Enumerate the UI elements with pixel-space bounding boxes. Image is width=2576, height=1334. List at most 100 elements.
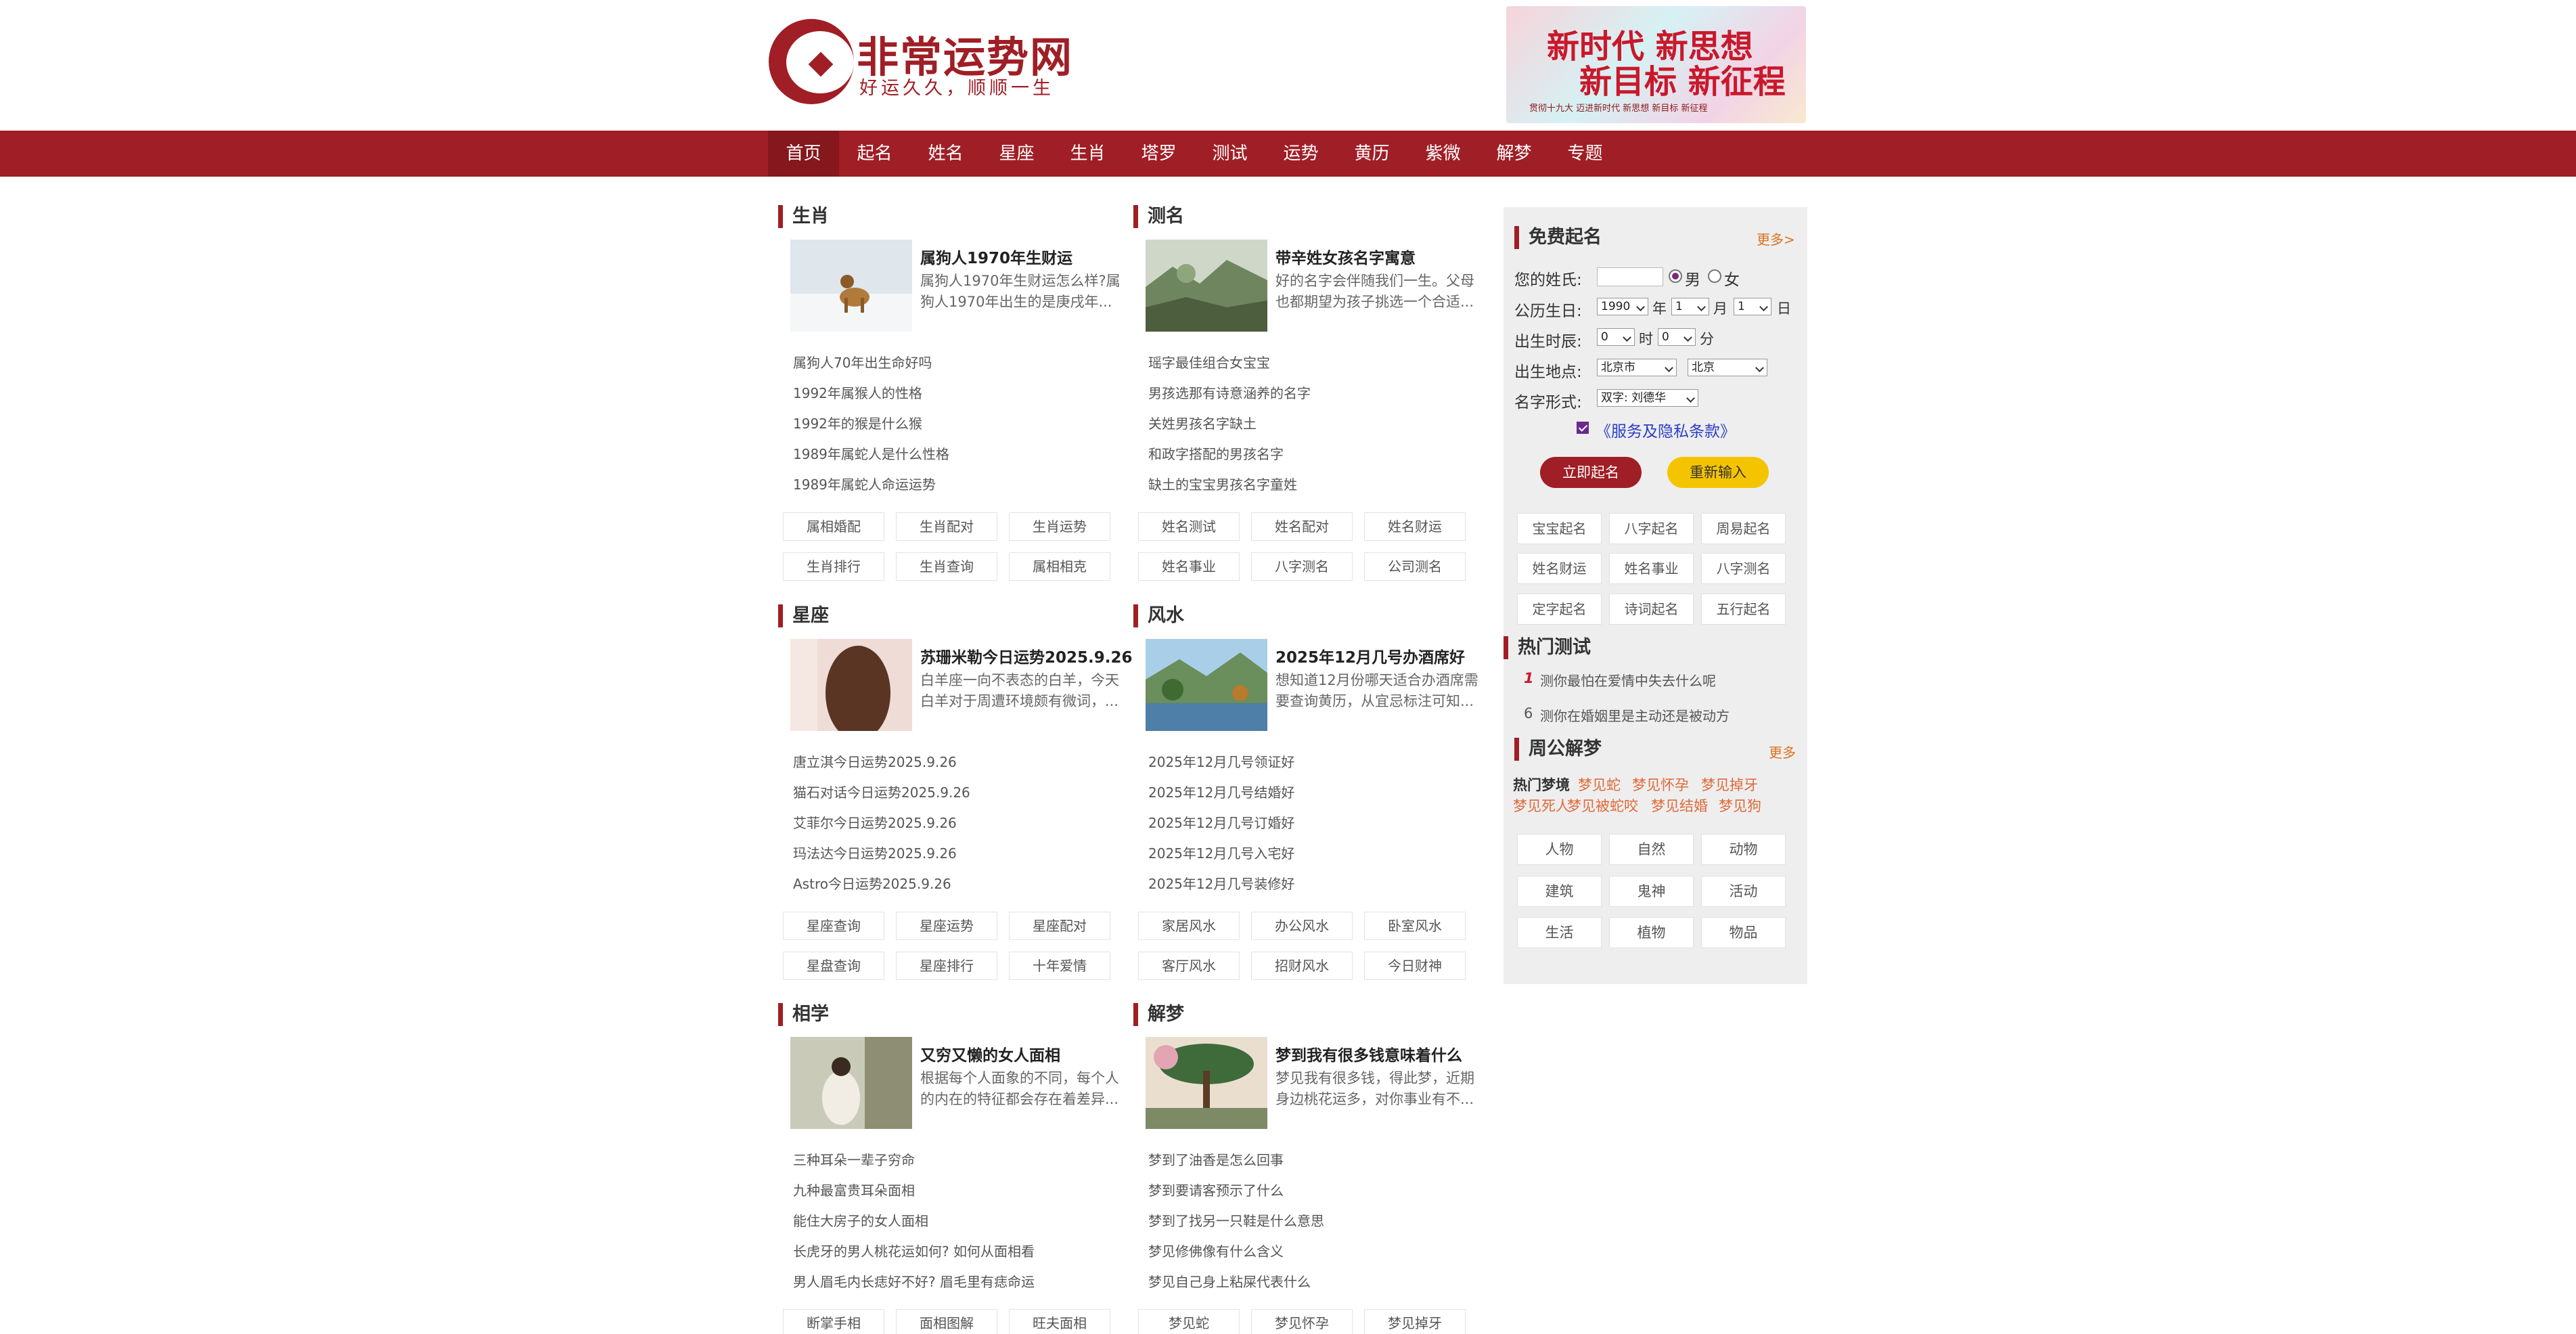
gender-male-radio[interactable] (1669, 269, 1682, 283)
list-item[interactable]: 瑶字最佳组合女宝宝 (1148, 352, 1270, 372)
tag-link[interactable]: 卧室风水 (1364, 912, 1466, 940)
nav-item-ziwei[interactable]: 紫微 (1407, 131, 1478, 177)
feature-image-constellation[interactable] (790, 639, 912, 731)
feature-title-zodiac[interactable]: 属狗人1970年生财运 (920, 245, 1072, 268)
naming-link[interactable]: 五行起名 (1701, 594, 1786, 625)
tag-link[interactable]: 面相图解 (896, 1309, 997, 1334)
list-item[interactable]: 九种最富贵耳朵面相 (793, 1180, 915, 1199)
naming-more-link[interactable]: 更多> (1757, 229, 1795, 248)
dream-category[interactable]: 植物 (1609, 917, 1694, 948)
list-item[interactable]: 1989年属蛇人是什么性格 (793, 443, 949, 463)
list-item[interactable]: 关姓男孩名字缺土 (1148, 413, 1257, 432)
list-item[interactable]: 玛法达今日运势2025.9.26 (793, 843, 957, 862)
nav-item-tarot[interactable]: 塔罗 (1123, 131, 1194, 177)
feature-title-constellation[interactable]: 苏珊米勒今日运势2025.9.26 (920, 644, 1133, 667)
list-item[interactable]: 2025年12月几号入宅好 (1148, 843, 1294, 862)
nav-item-fortune[interactable]: 运势 (1265, 131, 1336, 177)
list-item[interactable]: 和政字搭配的男孩名字 (1148, 443, 1284, 463)
hot-dream-link[interactable]: 梦见狗 (1719, 795, 1761, 816)
list-item[interactable]: 2025年12月几号装修好 (1148, 873, 1294, 893)
submit-naming-button[interactable]: 立即起名 (1540, 457, 1642, 488)
reset-button[interactable]: 重新输入 (1667, 457, 1769, 488)
nav-item-dream[interactable]: 解梦 (1478, 131, 1550, 177)
naming-link[interactable]: 八字测名 (1701, 553, 1786, 584)
tag-link[interactable]: 星座运势 (896, 912, 997, 940)
dream-category[interactable]: 鬼神 (1609, 876, 1694, 907)
nav-item-zodiac[interactable]: 生肖 (1052, 131, 1123, 177)
tag-link[interactable]: 招财风水 (1251, 952, 1353, 980)
tag-link[interactable]: 梦见蛇 (1138, 1309, 1240, 1334)
tag-link[interactable]: 星座排行 (896, 952, 997, 980)
tag-link[interactable]: 客厅风水 (1138, 952, 1240, 980)
list-item[interactable]: 男孩选那有诗意涵养的名字 (1148, 382, 1311, 402)
naming-link[interactable]: 宝宝起名 (1517, 513, 1602, 544)
tag-link[interactable]: 公司测名 (1364, 552, 1466, 581)
tag-link[interactable]: 办公风水 (1251, 912, 1353, 940)
list-item[interactable]: 1992年属猴人的性格 (793, 382, 922, 402)
hot-test-item[interactable]: 测你在婚姻里是主动还是被动方 (1540, 705, 1730, 725)
list-item[interactable]: 唐立淇今日运势2025.9.26 (793, 751, 957, 771)
tag-link[interactable]: 生肖配对 (896, 512, 997, 541)
dream-category[interactable]: 活动 (1701, 876, 1786, 907)
naming-link[interactable]: 诗词起名 (1609, 594, 1694, 625)
list-item[interactable]: 梦到了找另一只鞋是什么意思 (1148, 1210, 1324, 1230)
feature-image-zodiac[interactable] (790, 240, 912, 332)
nav-item-naming[interactable]: 起名 (839, 131, 910, 177)
nav-item-home[interactable]: 首页 (768, 131, 839, 177)
dream-category[interactable]: 动物 (1701, 834, 1786, 865)
tag-link[interactable]: 属相婚配 (783, 512, 884, 541)
feature-title-name-test[interactable]: 带辛姓女孩名字寓意 (1275, 245, 1416, 268)
feature-image-name-test[interactable] (1146, 240, 1267, 332)
province-select[interactable]: 北京市 (1597, 359, 1677, 376)
birth-hour-select[interactable]: 0 (1597, 328, 1635, 346)
list-item[interactable]: 梦到要请客预示了什么 (1148, 1180, 1284, 1199)
birth-month-select[interactable]: 1 (1671, 298, 1709, 315)
header-banner[interactable]: 新时代 新思想 新目标 新征程 贯彻十九大 迈进新时代 新思想 新目标 新征程 (1506, 6, 1806, 123)
dream-category[interactable]: 物品 (1701, 917, 1786, 948)
feature-image-fengshui[interactable] (1146, 639, 1267, 731)
feature-image-physiognomy[interactable] (790, 1037, 912, 1129)
list-item[interactable]: 1992年的猴是什么猴 (793, 413, 922, 432)
tag-link[interactable]: 姓名测试 (1138, 512, 1240, 541)
tag-link[interactable]: 星座查询 (783, 912, 884, 940)
tag-link[interactable]: 姓名财运 (1364, 512, 1466, 541)
hot-dream-link[interactable]: 梦见怀孕 (1632, 774, 1689, 795)
naming-link[interactable]: 姓名财运 (1517, 553, 1602, 584)
list-item[interactable]: 艾菲尔今日运势2025.9.26 (793, 812, 957, 832)
tag-link[interactable]: 星盘查询 (783, 952, 884, 980)
list-item[interactable]: 2025年12月几号结婚好 (1148, 782, 1294, 801)
tag-link[interactable]: 梦见掉牙 (1364, 1309, 1466, 1334)
tag-link[interactable]: 八字测名 (1251, 552, 1353, 581)
nav-item-test[interactable]: 测试 (1194, 131, 1265, 177)
tag-link[interactable]: 家居风水 (1138, 912, 1240, 940)
birth-day-select[interactable]: 1 (1734, 298, 1771, 315)
list-item[interactable]: 2025年12月几号领证好 (1148, 751, 1294, 771)
birth-year-select[interactable]: 1990 (1597, 298, 1648, 315)
naming-link[interactable]: 八字起名 (1609, 513, 1694, 544)
tag-link[interactable]: 生肖排行 (783, 552, 884, 581)
list-item[interactable]: 属狗人70年出生命好吗 (793, 352, 932, 372)
hot-test-item[interactable]: 测你最怕在爱情中失去什么呢 (1540, 670, 1716, 690)
list-item[interactable]: 梦到了油香是怎么回事 (1148, 1149, 1284, 1169)
feature-title-fengshui[interactable]: 2025年12月几号办酒席好 (1275, 644, 1465, 667)
name-form-select[interactable]: 双字: 刘德华 (1597, 389, 1698, 407)
list-item[interactable]: Astro今日运势2025.9.26 (793, 873, 951, 893)
dream-category[interactable]: 建筑 (1517, 876, 1602, 907)
tag-link[interactable]: 断掌手相 (783, 1309, 884, 1334)
list-item[interactable]: 梦见自己身上粘屎代表什么 (1148, 1271, 1311, 1291)
terms-checkbox[interactable] (1577, 422, 1589, 434)
nav-item-name[interactable]: 姓名 (910, 131, 981, 177)
hot-dream-link[interactable]: 梦见死人 (1513, 795, 1570, 816)
dream-category[interactable]: 生活 (1517, 917, 1602, 948)
tag-link[interactable]: 今日财神 (1364, 952, 1466, 980)
hot-dream-link[interactable]: 梦见被蛇咬 (1567, 795, 1638, 816)
tag-link[interactable]: 姓名配对 (1251, 512, 1353, 541)
tag-link[interactable]: 姓名事业 (1138, 552, 1240, 581)
naming-link[interactable]: 周易起名 (1701, 513, 1786, 544)
nav-item-almanac[interactable]: 黄历 (1336, 131, 1407, 177)
list-item[interactable]: 梦见修佛像有什么含义 (1148, 1241, 1284, 1260)
terms-link[interactable]: 《服务及隐私条款》 (1596, 418, 1736, 441)
tag-link[interactable]: 星座配对 (1009, 912, 1110, 940)
birth-minute-select[interactable]: 0 (1658, 328, 1696, 346)
naming-link[interactable]: 姓名事业 (1609, 553, 1694, 584)
